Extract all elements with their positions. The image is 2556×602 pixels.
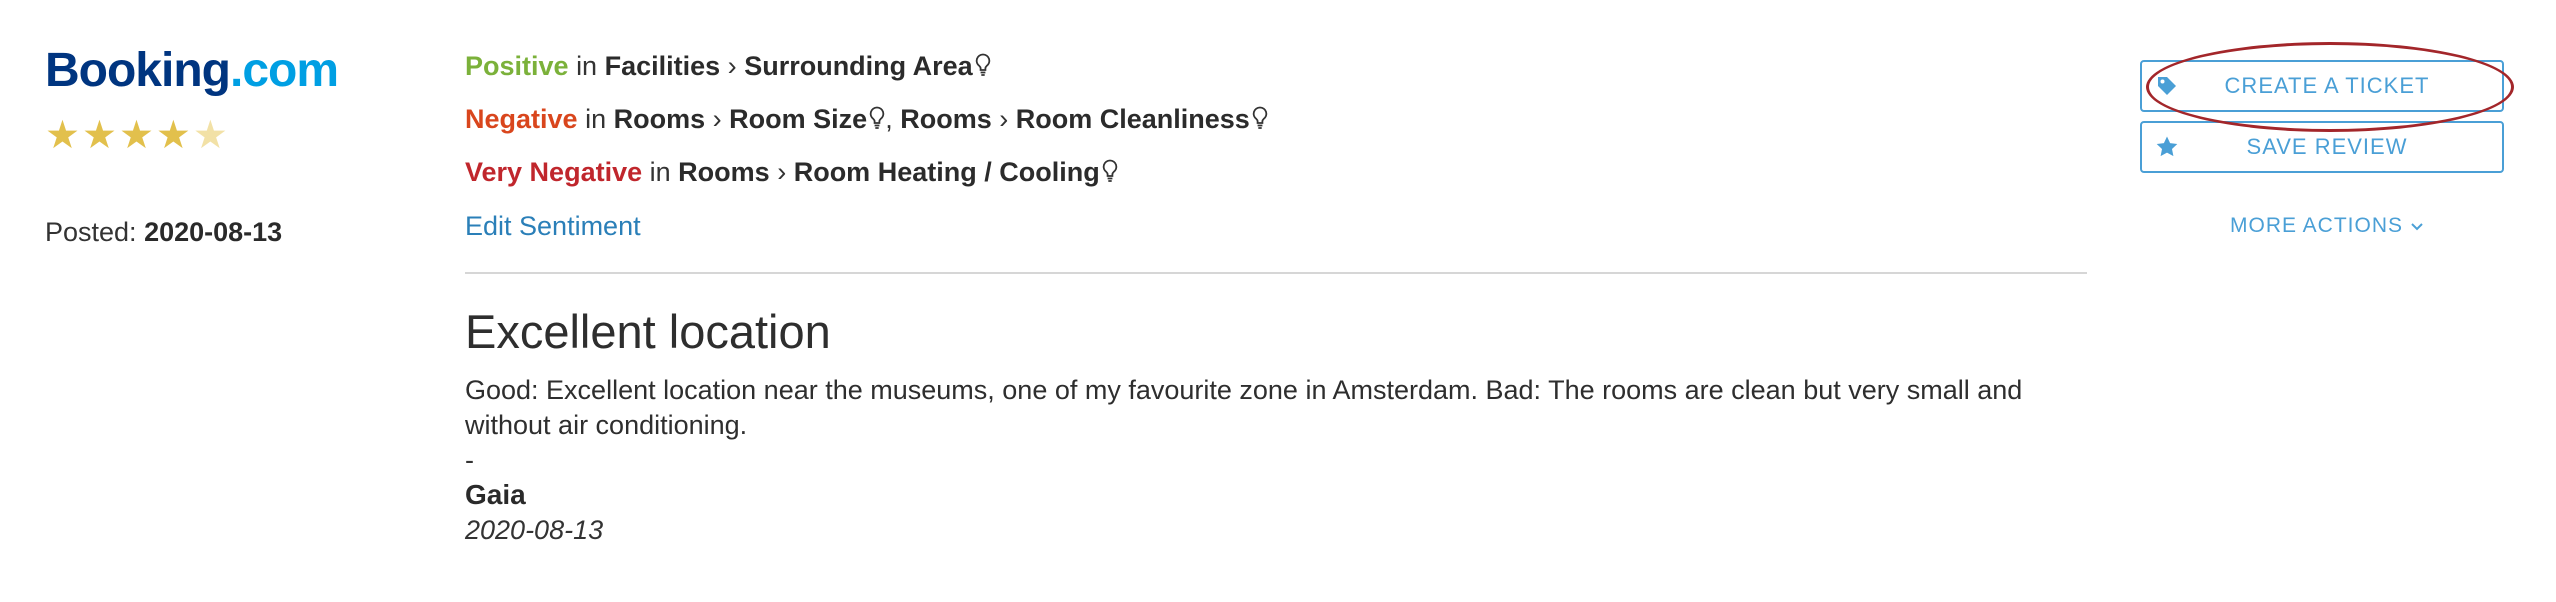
review-date: 2020-08-13 [465,515,604,545]
review-source: Booking.com ★ ★ ★ ★ ★ [45,40,405,157]
review-body: Good: Excellent location near the museum… [465,375,2023,440]
star-filled-icon: ★ [118,114,154,157]
edit-sentiment-link[interactable]: Edit Sentiment [465,206,641,246]
sentiment-separator: › [999,104,1009,134]
more-actions-label: MORE ACTIONS [2230,214,2404,237]
posted-date: Posted: 2020-08-13 [45,217,282,248]
sentiment-in: in [585,104,607,134]
posted-label: Posted: [45,217,137,247]
sentiment-separator: › [712,104,722,134]
sentiment-label-very-negative: Very Negative [465,157,643,187]
sentiment-category: Rooms [900,104,992,134]
review-separator: - [465,445,474,475]
sentiment-list: Positive in Facilities › Surrounding Are… [465,46,2090,246]
sentiment-row: Negative in Rooms › Room Size, Rooms › R… [465,99,2090,152]
sentiment-separator: › [727,51,737,81]
lightbulb-icon[interactable] [975,48,991,88]
save-review-button[interactable]: SAVE REVIEW [2140,121,2504,173]
star-filled-icon: ★ [45,114,80,157]
posted-value: 2020-08-13 [144,217,283,247]
tag-icon [2142,75,2192,97]
star-icon [2142,135,2192,159]
sentiment-in: in [649,157,671,187]
sentiment-topic: Room Size [729,104,868,134]
sentiment-category: Rooms [678,157,770,187]
star-empty-icon: ★ [192,114,228,157]
lightbulb-icon[interactable] [1252,101,1268,141]
divider [465,272,2087,274]
sentiment-separator: › [777,157,787,187]
sentiment-topic: Room Heating / Cooling [793,157,1100,187]
star-filled-icon: ★ [81,114,117,157]
sentiment-topic: Room Cleanliness [1015,104,1250,134]
sentiment-label-positive: Positive [465,51,569,81]
sentiment-comma: , [885,104,893,134]
create-ticket-button[interactable]: CREATE A TICKET [2140,60,2504,112]
booking-logo: Booking.com [45,44,339,97]
star-filled-icon: ★ [155,114,191,157]
sentiment-category: Rooms [613,104,706,134]
save-review-label: SAVE REVIEW [2246,134,2408,159]
review-author: Gaia [465,479,526,510]
review-title: Excellent location [465,305,831,358]
sentiment-row: Positive in Facilities › Surrounding Are… [465,46,2090,99]
sentiment-topic: Surrounding Area [744,51,973,81]
lightbulb-icon[interactable] [869,101,885,141]
sentiment-row: Very Negative in Rooms › Room Heating / … [465,152,2090,205]
star-rating: ★ ★ ★ ★ ★ [45,114,405,157]
create-ticket-label: CREATE A TICKET [2224,73,2430,98]
sentiment-label-negative: Negative [465,104,578,134]
more-actions-dropdown[interactable]: MORE ACTIONS [2230,214,2424,238]
sentiment-in: in [576,51,598,81]
sentiment-category: Facilities [604,51,721,81]
chevron-down-icon [2410,214,2424,237]
lightbulb-icon[interactable] [1102,154,1118,194]
